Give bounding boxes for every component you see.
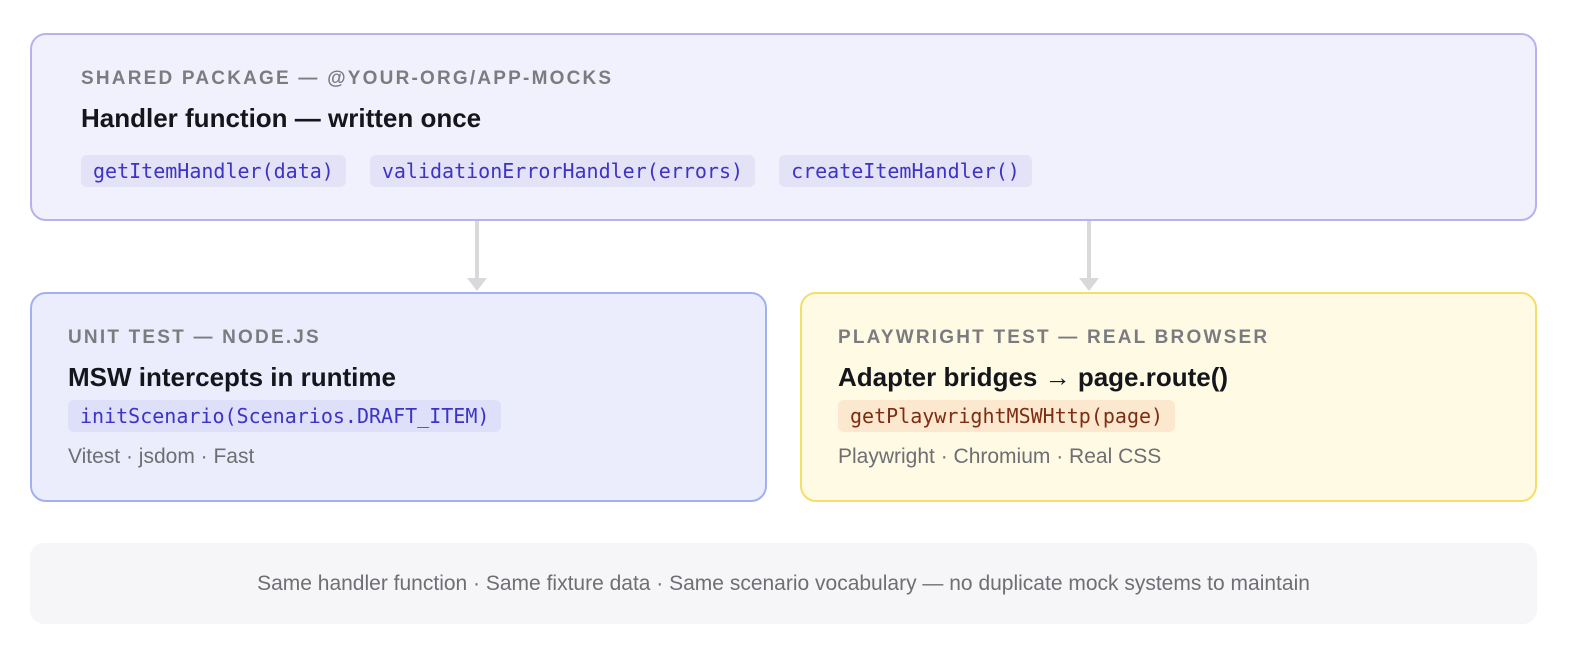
connector-shared-to-unit (475, 221, 479, 279)
unit-test-title: MSW intercepts in runtime (68, 362, 396, 392)
arrowhead-unit (467, 278, 487, 291)
handler-chip-validation-error: validationErrorHandler(errors) (369, 155, 756, 187)
playwright-test-box: PLAYWRIGHT TEST — REAL BROWSER Adapter b… (800, 292, 1537, 502)
unit-test-box: UNIT TEST — NODE.JS MSW intercepts in ru… (30, 292, 767, 502)
shared-package-title: Handler function — written once (81, 103, 482, 133)
arrowhead-playwright (1079, 278, 1099, 291)
handler-chip-list: getItemHandler(data) validationErrorHand… (81, 155, 1535, 187)
handler-chip-get-item: getItemHandler(data) (81, 155, 346, 187)
handler-chip-create-item: createItemHandler() (779, 155, 1032, 187)
unit-test-meta: Vitest · jsdom · Fast (68, 445, 255, 468)
playwright-test-eyebrow: PLAYWRIGHT TEST — REAL BROWSER (838, 327, 1270, 348)
connector-shared-to-playwright (1087, 221, 1091, 279)
unit-test-code-chip: initScenario(Scenarios.DRAFT_ITEM) (68, 400, 502, 432)
shared-package-box: SHARED PACKAGE — @YOUR-ORG/APP-MOCKS Han… (30, 33, 1537, 221)
summary-footer-text: Same handler function · Same fixture dat… (257, 571, 1310, 595)
shared-package-eyebrow: SHARED PACKAGE — @YOUR-ORG/APP-MOCKS (81, 68, 614, 89)
playwright-test-meta: Playwright · Chromium · Real CSS (838, 445, 1162, 468)
summary-footer: Same handler function · Same fixture dat… (30, 543, 1537, 624)
unit-test-eyebrow: UNIT TEST — NODE.JS (68, 327, 321, 348)
playwright-test-title: Adapter bridges → page.route() (838, 362, 1229, 392)
playwright-test-code-chip: getPlaywrightMSWHttp(page) (838, 400, 1176, 432)
